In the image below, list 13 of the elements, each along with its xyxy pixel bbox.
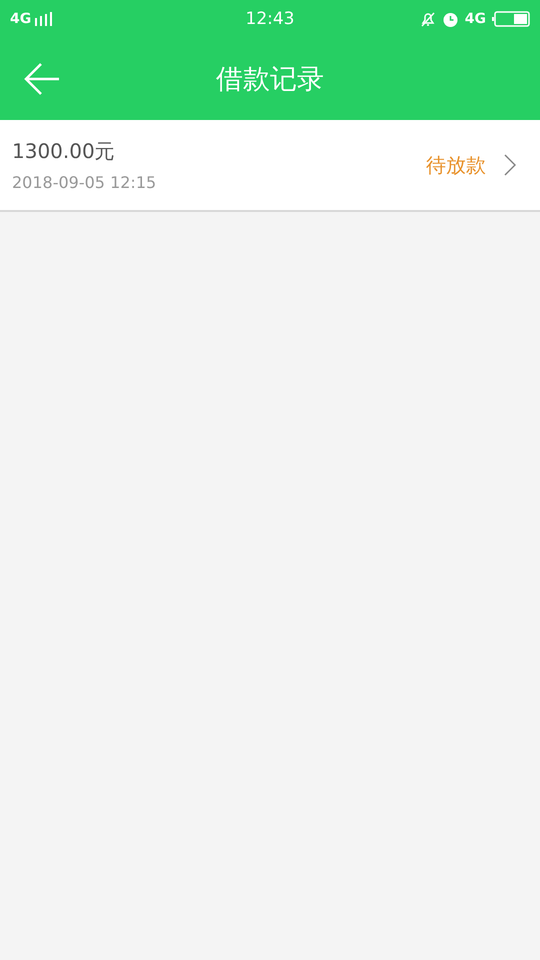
loan-date: 2018-09-05 12:15 — [12, 173, 158, 192]
clock-time: 12:43 — [246, 9, 294, 29]
loan-amount: 1300.00元 — [12, 138, 116, 165]
battery-icon — [492, 11, 530, 27]
loan-status: 待放款 — [426, 152, 486, 178]
back-arrow-icon[interactable] — [24, 62, 60, 96]
chevron-right-icon — [504, 154, 516, 176]
muted-bell-icon — [420, 11, 436, 27]
alarm-icon — [442, 10, 459, 28]
network-label: 4G — [10, 11, 32, 27]
loan-record-row[interactable]: 1300.00元 2018-09-05 12:15 待放款 — [0, 120, 540, 212]
network-label: 4G — [464, 11, 486, 27]
page-title: 借款记录 — [216, 63, 324, 97]
